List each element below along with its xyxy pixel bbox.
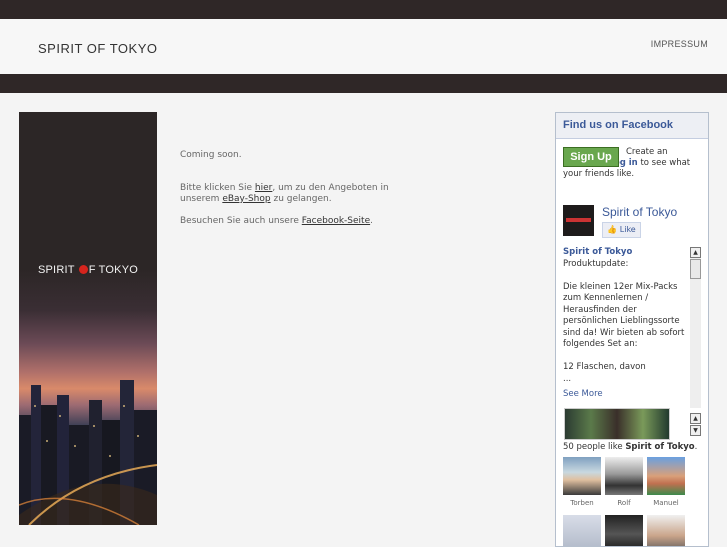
page-avatar[interactable] — [563, 205, 594, 236]
fb-suffix: . — [370, 215, 373, 226]
post-line-last: 12 Flaschen, davon — [563, 362, 646, 372]
ebay-shop-link[interactable]: eBay-Shop — [222, 194, 270, 204]
post-ellipsis: ... — [563, 373, 572, 384]
fan-item[interactable] — [563, 515, 601, 546]
page-name-link[interactable]: Spirit of Tokyo — [602, 205, 677, 219]
site-brand[interactable]: SPIRIT OF TOKYO — [38, 41, 157, 56]
tokyo-banner-image: SPIRIT F TOKYO — [19, 112, 157, 525]
fan-item[interactable] — [605, 515, 643, 546]
see-more-link[interactable]: See More — [563, 389, 603, 401]
city-skyline — [19, 380, 157, 525]
fan-avatar-placeholder[interactable] — [563, 515, 601, 546]
fans-prefix: 50 people like — [563, 442, 623, 452]
fan-item[interactable]: Rolf — [605, 457, 643, 507]
fans-page-link[interactable]: Spirit of Tokyo — [625, 442, 694, 452]
coming-soon-text: Coming soon. — [180, 150, 242, 160]
banner-logo-part1: SPIRIT — [37, 264, 75, 276]
like-button[interactable]: 👍 Like — [602, 222, 641, 238]
post-media-image[interactable] — [564, 408, 670, 440]
scroll-up-icon[interactable]: ▲ — [690, 413, 701, 424]
post-author[interactable]: Spirit of Tokyo — [563, 247, 632, 257]
fan-avatar[interactable] — [647, 515, 685, 546]
fan-item[interactable]: Torben — [563, 457, 601, 507]
ebay-prefix: Bitte klicken Sie — [180, 182, 253, 193]
red-dot-icon — [78, 265, 88, 274]
fan-item[interactable] — [647, 515, 685, 546]
facebook-signup-row: Create an account or log in to see what … — [556, 139, 708, 195]
scroll-up-icon[interactable]: ▲ — [690, 247, 701, 258]
header: SPIRIT OF TOKYO IMPRESSUM — [0, 19, 727, 74]
fan-name[interactable]: Manuel — [647, 499, 685, 507]
main-content: Coming soon. Bitte klicken Sie hier, um … — [180, 150, 410, 237]
fb-prefix: Besuchen Sie auch unsere — [180, 215, 299, 226]
fan-name[interactable]: Rolf — [605, 499, 643, 507]
like-label: Like — [619, 225, 636, 234]
header-bottom-bar — [0, 74, 727, 93]
fan-item[interactable]: Manuel — [647, 457, 685, 507]
fans-count: 50 people like Spirit of Tokyo. — [563, 442, 697, 452]
post-body: Die kleinen 12er Mix-Packs zum Kennenler… — [563, 281, 685, 350]
signup-button[interactable]: Sign Up — [563, 147, 619, 167]
banner-logo-text: SPIRIT F TOKYO — [19, 264, 157, 276]
fan-avatar[interactable] — [647, 457, 685, 495]
facebook-paragraph: Besuchen Sie auch unsere Facebook-Seite. — [180, 216, 410, 228]
facebook-page-link[interactable]: Facebook-Seite — [302, 216, 370, 226]
ebay-suffix: zu gelangen. — [273, 194, 332, 204]
media-scrollbar[interactable]: ▲ ▼ — [690, 413, 701, 436]
fan-avatar[interactable] — [605, 515, 643, 546]
facebook-page-header: Spirit of Tokyo 👍 Like — [563, 205, 703, 239]
thumbs-up-icon: 👍 — [607, 225, 618, 234]
fan-name[interactable]: Torben — [563, 499, 601, 507]
ebay-paragraph: Bitte klicken Sie hier, um zu den Angebo… — [180, 183, 410, 206]
post-scrollbar[interactable]: ▲ — [690, 247, 701, 408]
impressum-link[interactable]: IMPRESSUM — [651, 39, 708, 49]
scroll-thumb[interactable] — [690, 259, 701, 279]
fans-suffix: . — [694, 442, 698, 452]
here-link[interactable]: hier — [255, 183, 272, 193]
banner-logo-part2: F TOKYO — [88, 264, 138, 276]
scroll-down-icon[interactable]: ▼ — [690, 425, 701, 436]
facebook-post: Spirit of Tokyo Produktupdate: Die klein… — [563, 247, 691, 401]
top-bar — [0, 0, 727, 19]
fan-avatar[interactable] — [605, 457, 643, 495]
post-line1: Produktupdate: — [563, 258, 629, 269]
facebook-box-title: Find us on Facebook — [556, 113, 708, 139]
facebook-like-box: Find us on Facebook Create an account or… — [555, 112, 709, 547]
fan-avatar[interactable] — [563, 457, 601, 495]
